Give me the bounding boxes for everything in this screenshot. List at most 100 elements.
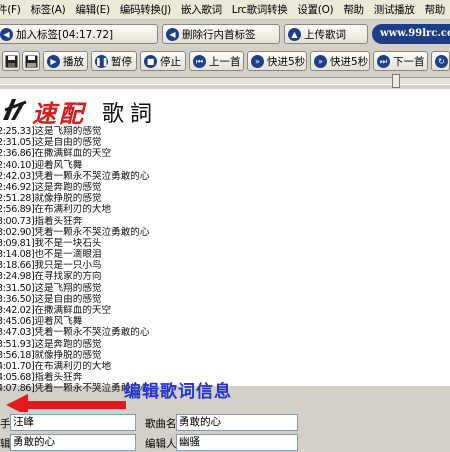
menu-edit[interactable]: 编辑(E) [70,2,114,17]
song-title-field[interactable]: 勇敢的心 [176,414,298,431]
fast-forward-button-2[interactable]: » 快进5秒 [310,51,370,71]
site-link[interactable]: www.99lrc.com [372,24,450,44]
menu-settings[interactable]: 设置(O) [292,2,338,17]
lyric-text: 就像挣脱的感觉 [34,349,102,361]
lyric-line[interactable]: 3:09.81]我不是一块石头 [0,238,437,249]
lyric-text: 也不是一滴眼泪 [34,249,102,261]
menu-encoding[interactable]: 编码转换(J) [115,2,176,17]
pause-button[interactable]: ❚❚ 暂停 [91,51,137,71]
lyric-line[interactable]: 2:51.28]就像挣脱的感觉 [0,193,437,204]
upload-lyrics-label: 上传歌词 [304,28,346,41]
skip-back-icon: ⏮ [193,54,206,68]
menu-test-play[interactable]: 测试播放 [369,2,420,17]
lyric-timestamp: 3:00.73] [0,215,35,227]
lyric-timestamp: 3:09.81] [0,237,35,249]
menu-embed-lyrics[interactable]: 嵌入歌词 [176,2,227,17]
lyric-line[interactable]: 3:18.66]我只是一只小鸟 [0,260,437,271]
lyric-line[interactable]: 2:25.33]这是飞翔的感觉 [0,126,437,137]
lyric-text: 这是自由的感觉 [34,293,102,305]
album-field[interactable]: 勇敢的心 [10,434,136,451]
lyric-text: 这是自由的感觉 [34,137,102,149]
stop-icon: ■ [144,54,157,68]
fast-forward-button[interactable]: » 快进5秒 [247,51,307,71]
singer-field[interactable]: 汪峰 [10,414,136,431]
lyric-line[interactable]: 4:01.70]在布满利刃的大地 [0,361,437,372]
editor-field[interactable]: 幽骚 [176,434,298,451]
next-track-button[interactable]: ⏭ 下一首 [373,51,428,71]
lyric-timestamp: 2:51.28] [0,193,35,205]
lyric-info-panel: 手 汪峰 歌曲名 勇敢的心 辑 勇敢的心 编辑人 幽骚 [0,412,450,452]
stop-button[interactable]: ■ 停止 [140,51,186,71]
lyric-timestamp: 2:36.86] [0,148,35,160]
lyric-line[interactable]: 3:14.08]也不是一滴眼泪 [0,249,437,260]
stop-label: 停止 [160,55,181,68]
lyric-line[interactable]: 3:56.18]就像挣脱的感觉 [0,350,437,361]
editor-label: 编辑人 [145,438,177,450]
lyric-line[interactable]: 3:45.06]迎着风飞舞 [0,316,437,327]
pause-icon: ❚❚ [95,54,109,68]
lyric-timestamp: 2:25.33] [0,126,35,137]
lyric-line[interactable]: 2:40.10]迎着风飞舞 [0,160,437,171]
lyric-line[interactable]: 3:51.93]这是奔跑的感觉 [0,339,437,350]
lyric-timestamp: 2:31.05] [0,137,35,149]
lyric-timestamp: 2:40.10] [0,159,35,171]
lyric-text: 这是奔跑的感觉 [34,181,102,193]
lyric-text: 凭着一颗永不哭泣勇敢的心 [34,226,150,238]
floppy-icon [5,55,17,67]
lyric-timestamp: 2:42.03] [0,170,35,182]
prev-track-button[interactable]: ⏮ 上一首 [189,51,244,71]
lyric-timestamp: 3:24.98] [0,271,35,283]
lyric-text: 凭着一颗永不哭泣勇敢的心 [34,327,150,339]
singer-label: 手 [0,418,11,430]
lyric-line[interactable]: 3:00.73]指着头狂奔 [0,216,437,227]
lyric-text: 在撒满鲜血的天空 [34,148,112,160]
menu-lrc-convert[interactable]: Lrc歌词转换 [227,2,293,17]
lyric-line[interactable]: 3:02.90]凭着一颗永不哭泣勇敢的心 [0,227,437,238]
lyric-line[interactable]: 2:31.05]这是自由的感觉 [0,137,437,148]
play-icon: ▶ [47,54,60,68]
lyric-line[interactable]: 2:56.89]在布满利刃的大地 [0,204,437,215]
arrow-left-icon: ◀ [166,27,179,41]
app-logo: 速配 歌詞 [0,92,220,128]
lyric-line[interactable]: 3:31.50]这是飞翔的感觉 [0,283,437,294]
delete-tag-label: 删除行内首标签 [182,28,256,41]
fast-forward-icon: » [251,54,264,68]
lyric-line[interactable]: 2:36.86]在撒满鲜血的天空 [0,148,437,159]
lyric-text: 在寻找家的方向 [34,271,102,283]
lyric-line[interactable]: 3:42.02]在撒满鲜血的天空 [0,305,437,316]
add-tag-button[interactable]: ◀ 加入标签[04:17.72] [0,24,158,44]
menu-bar: 件(F) 标签(A) 编辑(E) 编码转换(J) 嵌入歌词 Lrc歌词转换 设置… [0,0,450,20]
lyric-timestamp: 3:45.06] [0,316,35,328]
lyric-line[interactable]: 2:46.92]这是奔跑的感觉 [0,182,437,193]
annotation-text: 编辑歌词信息 [124,382,232,402]
lyric-text: 在撒满鲜血的天空 [34,305,112,316]
lyrics-list[interactable]: 2:25.33]这是飞翔的感觉 2:31.05]这是自由的感觉 2:36.86]在撒… [0,126,437,395]
lyric-timestamp: 3:56.18] [0,349,35,361]
lyric-text: 在布满利刃的大地 [34,204,112,216]
arrow-left-icon: ◀ [0,27,13,41]
lyric-line[interactable]: 3:24.98]在寻找家的方向 [0,271,437,282]
album-label: 辑 [0,438,11,450]
save-as-button[interactable] [22,51,40,71]
progress-thumb[interactable] [392,74,400,88]
skip-forward-icon: ⏭ [377,54,390,68]
floppy-multi-icon [25,55,37,67]
play-button[interactable]: ▶ 播放 [43,51,88,71]
tag-toolbar: ◀ 加入标签[04:17.72] ◀ 删除行内首标签 ▲ 上传歌词 www.99… [0,21,450,47]
menu-file[interactable]: 件(F) [0,2,26,17]
lyric-text: 这是奔跑的感觉 [34,338,102,350]
fast-forward-label: 快进5秒 [267,55,306,68]
lyric-timestamp: 3:42.02] [0,305,35,316]
delete-tag-button[interactable]: ◀ 删除行内首标签 [162,24,280,44]
lyric-line[interactable]: 2:42.03]凭着一颗永不哭泣勇敢的心 [0,171,437,182]
menu-help-2[interactable]: 帮助 [420,2,450,17]
lyric-line[interactable]: 3:47.03]凭着一颗永不哭泣勇敢的心 [0,327,437,338]
arrow-up-icon: ▲ [288,27,301,41]
progress-track[interactable] [0,77,450,85]
upload-lyrics-button[interactable]: ▲ 上传歌词 [284,24,368,44]
menu-help[interactable]: 帮助 [338,2,368,17]
lyric-line[interactable]: 3:36.50]这是自由的感觉 [0,294,437,305]
menu-tag[interactable]: 标签(A) [26,2,71,17]
save-button[interactable] [2,51,20,71]
loop-button[interactable]: ↻ 循 [431,51,450,71]
